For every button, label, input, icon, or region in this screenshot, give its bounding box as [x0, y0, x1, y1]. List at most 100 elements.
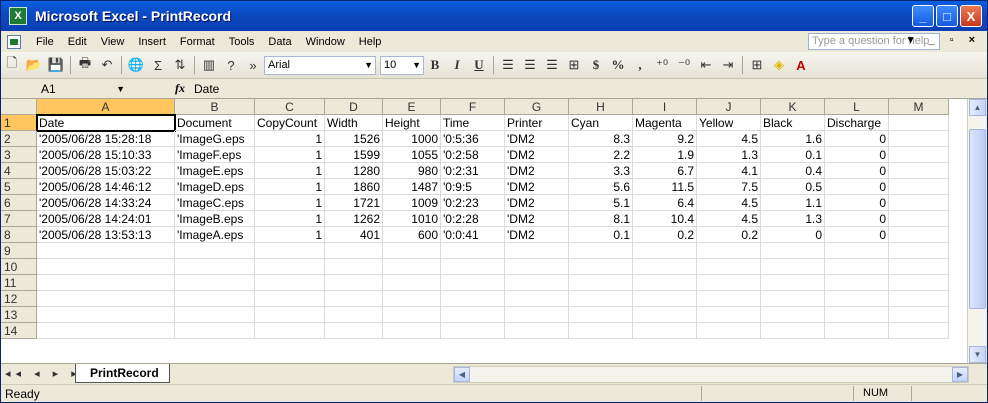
- row-header[interactable]: 3: [1, 147, 37, 163]
- bold-button[interactable]: B: [424, 54, 446, 76]
- table-cell[interactable]: [383, 259, 441, 275]
- sort-ascending-icon[interactable]: ⇅: [169, 54, 191, 76]
- table-cell[interactable]: [37, 307, 175, 323]
- row-header[interactable]: 13: [1, 307, 37, 323]
- table-cell[interactable]: [175, 243, 255, 259]
- table-cell[interactable]: [889, 227, 949, 243]
- header-cell[interactable]: [889, 115, 949, 131]
- table-cell[interactable]: [889, 243, 949, 259]
- table-cell[interactable]: [325, 259, 383, 275]
- font-color-icon[interactable]: A: [790, 54, 812, 76]
- table-cell[interactable]: 0: [825, 179, 889, 195]
- table-cell[interactable]: 7.5: [697, 179, 761, 195]
- table-cell[interactable]: [889, 275, 949, 291]
- column-header[interactable]: H: [569, 99, 633, 115]
- table-cell[interactable]: [633, 259, 697, 275]
- new-document-icon[interactable]: 🗋: [1, 54, 23, 76]
- table-cell[interactable]: 980: [383, 163, 441, 179]
- table-cell[interactable]: 'ImageC.eps: [175, 195, 255, 211]
- table-cell[interactable]: '2005/06/28 15:03:22: [37, 163, 175, 179]
- header-cell[interactable]: Black: [761, 115, 825, 131]
- table-cell[interactable]: [383, 275, 441, 291]
- table-cell[interactable]: [569, 275, 633, 291]
- borders-icon[interactable]: ⊞: [746, 54, 768, 76]
- table-cell[interactable]: [889, 147, 949, 163]
- name-box[interactable]: A1 ▼: [3, 81, 131, 98]
- table-cell[interactable]: [505, 307, 569, 323]
- table-cell[interactable]: [441, 243, 505, 259]
- menu-file[interactable]: File: [29, 36, 61, 48]
- undo-icon[interactable]: ↶: [96, 54, 118, 76]
- table-cell[interactable]: [569, 291, 633, 307]
- autosum-icon[interactable]: Σ: [147, 54, 169, 76]
- table-cell[interactable]: [325, 307, 383, 323]
- header-cell[interactable]: Time: [441, 115, 505, 131]
- header-cell[interactable]: Magenta: [633, 115, 697, 131]
- decrease-decimal-icon[interactable]: ⁻⁰: [673, 54, 695, 76]
- table-cell[interactable]: [889, 291, 949, 307]
- row-header[interactable]: 1: [1, 115, 37, 131]
- table-cell[interactable]: [761, 323, 825, 339]
- row-header[interactable]: 7: [1, 211, 37, 227]
- table-cell[interactable]: [825, 275, 889, 291]
- table-cell[interactable]: '0:2:58: [441, 147, 505, 163]
- table-cell[interactable]: 1.6: [761, 131, 825, 147]
- document-window-controls[interactable]: ▾ _ ▫ ×: [908, 33, 981, 46]
- row-header[interactable]: 11: [1, 275, 37, 291]
- workbook-icon[interactable]: [7, 34, 21, 49]
- header-cell[interactable]: CopyCount: [255, 115, 325, 131]
- table-cell[interactable]: '0:2:23: [441, 195, 505, 211]
- table-cell[interactable]: [697, 291, 761, 307]
- table-cell[interactable]: [633, 291, 697, 307]
- table-cell[interactable]: [505, 259, 569, 275]
- sheet-tab-printrecord[interactable]: PrintRecord: [75, 364, 170, 383]
- table-cell[interactable]: [569, 323, 633, 339]
- print-icon[interactable]: 🖶: [74, 54, 96, 76]
- table-cell[interactable]: [761, 275, 825, 291]
- table-cell[interactable]: 1.9: [633, 147, 697, 163]
- italic-button[interactable]: I: [446, 54, 468, 76]
- vertical-scrollbar[interactable]: ▲ ▼: [967, 99, 986, 363]
- table-cell[interactable]: 0.2: [697, 227, 761, 243]
- menu-format[interactable]: Format: [173, 36, 222, 48]
- column-header[interactable]: D: [325, 99, 383, 115]
- table-cell[interactable]: [175, 259, 255, 275]
- table-cell[interactable]: 1: [255, 163, 325, 179]
- table-cell[interactable]: [175, 323, 255, 339]
- header-cell[interactable]: Date: [36, 114, 176, 132]
- table-cell[interactable]: [505, 323, 569, 339]
- table-cell[interactable]: [633, 323, 697, 339]
- table-cell[interactable]: [697, 259, 761, 275]
- table-cell[interactable]: 8.1: [569, 211, 633, 227]
- table-cell[interactable]: '2005/06/28 13:53:13: [37, 227, 175, 243]
- table-cell[interactable]: 5.1: [569, 195, 633, 211]
- table-cell[interactable]: 1599: [325, 147, 383, 163]
- currency-button[interactable]: $: [585, 54, 607, 76]
- table-cell[interactable]: [383, 243, 441, 259]
- scroll-left-icon[interactable]: ◀: [454, 367, 470, 382]
- table-cell[interactable]: [889, 323, 949, 339]
- table-cell[interactable]: 'DM2: [505, 131, 569, 147]
- table-cell[interactable]: [255, 323, 325, 339]
- table-cell[interactable]: 0.5: [761, 179, 825, 195]
- table-cell[interactable]: 1009: [383, 195, 441, 211]
- table-cell[interactable]: '0:0:41: [441, 227, 505, 243]
- column-header[interactable]: G: [505, 99, 569, 115]
- table-cell[interactable]: 'ImageB.eps: [175, 211, 255, 227]
- table-cell[interactable]: 0: [825, 147, 889, 163]
- table-cell[interactable]: [383, 291, 441, 307]
- hyperlink-icon[interactable]: 🌐: [125, 54, 147, 76]
- table-cell[interactable]: '2005/06/28 15:10:33: [37, 147, 175, 163]
- table-cell[interactable]: 1721: [325, 195, 383, 211]
- insert-function-icon[interactable]: fx: [175, 81, 185, 96]
- table-cell[interactable]: 0.1: [569, 227, 633, 243]
- align-right-icon[interactable]: ☰: [541, 54, 563, 76]
- select-all-corner[interactable]: [1, 99, 37, 115]
- table-cell[interactable]: [505, 275, 569, 291]
- table-cell[interactable]: '2005/06/28 14:46:12: [37, 179, 175, 195]
- table-cell[interactable]: 4.5: [697, 211, 761, 227]
- minimize-button[interactable]: _: [912, 5, 934, 27]
- table-cell[interactable]: [325, 275, 383, 291]
- merge-center-icon[interactable]: ⊞: [563, 54, 585, 76]
- scroll-down-icon[interactable]: ▼: [969, 346, 986, 363]
